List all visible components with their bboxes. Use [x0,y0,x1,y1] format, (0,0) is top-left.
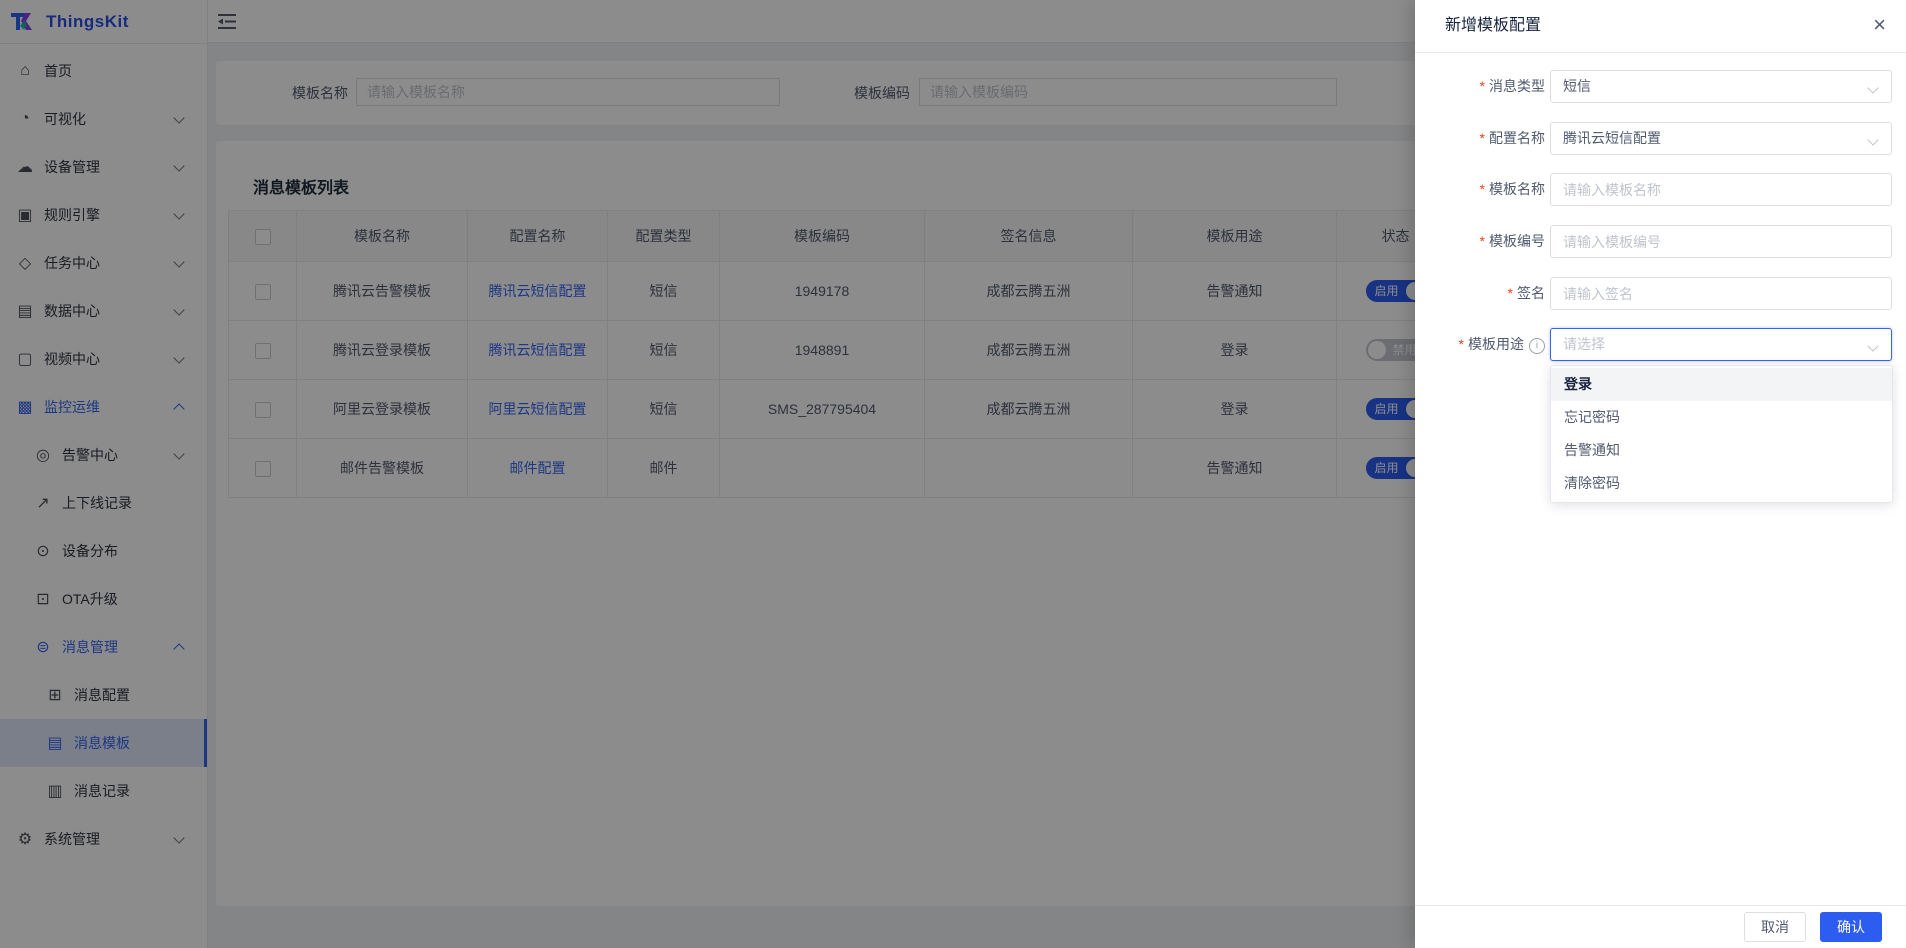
field-msg-type: *消息类型 短信 [1415,70,1906,103]
drawer-title: 新增模板配置 [1445,0,1541,52]
chevron-down-icon [1867,134,1878,145]
drawer-header: 新增模板配置 × [1415,0,1906,53]
msg-type-label: 消息类型 [1489,78,1545,94]
template-usage-select[interactable]: 请选择 [1550,328,1892,361]
dropdown-option-alert-notify[interactable]: 告警通知 [1551,434,1892,467]
field-signature: *签名 [1415,277,1906,310]
required-asterisk: * [1459,336,1464,352]
msg-type-select[interactable]: 短信 [1550,70,1892,103]
info-icon[interactable]: i [1529,338,1545,354]
usage-dropdown: 登录 忘记密码 告警通知 清除密码 [1550,365,1893,503]
template-code-input[interactable] [1550,225,1892,258]
signature-input[interactable] [1550,277,1892,310]
config-name-label: 配置名称 [1489,130,1545,146]
required-asterisk: * [1480,130,1485,146]
confirm-button[interactable]: 确认 [1820,912,1882,942]
chevron-down-icon [1867,340,1878,351]
required-asterisk: * [1480,78,1485,94]
required-asterisk: * [1480,233,1485,249]
add-template-drawer: 新增模板配置 × *消息类型 短信 *配置名称 腾讯云短信配置 *模板名称 *模… [1415,0,1906,948]
config-name-select[interactable]: 腾讯云短信配置 [1550,122,1892,155]
template-usage-label: 模板用途 [1468,336,1524,352]
template-name-input[interactable] [1550,173,1892,206]
drawer-footer: 取消 确认 [1415,905,1906,948]
chevron-down-icon [1867,82,1878,93]
template-code-field-label: 模板编号 [1489,233,1545,249]
field-config-name: *配置名称 腾讯云短信配置 [1415,122,1906,155]
dropdown-option-clear-password[interactable]: 清除密码 [1551,467,1892,500]
field-template-name: *模板名称 [1415,173,1906,206]
field-template-code: *模板编号 [1415,225,1906,258]
required-asterisk: * [1480,181,1485,197]
dropdown-option-login[interactable]: 登录 [1551,368,1892,401]
screen: ThingsKit ⌂ 首页 ◔ 可视化 ☁ 设备管理 ▣ 规则引擎 ◇ 任务中… [0,0,1906,948]
template-name-field-label: 模板名称 [1489,181,1545,197]
dropdown-option-forgot-password[interactable]: 忘记密码 [1551,401,1892,434]
signature-label: 签名 [1517,285,1545,301]
cancel-button[interactable]: 取消 [1744,912,1806,942]
close-icon[interactable]: × [1873,10,1886,40]
field-template-usage: *模板用途 i 请选择 [1415,328,1906,361]
required-asterisk: * [1508,285,1513,301]
